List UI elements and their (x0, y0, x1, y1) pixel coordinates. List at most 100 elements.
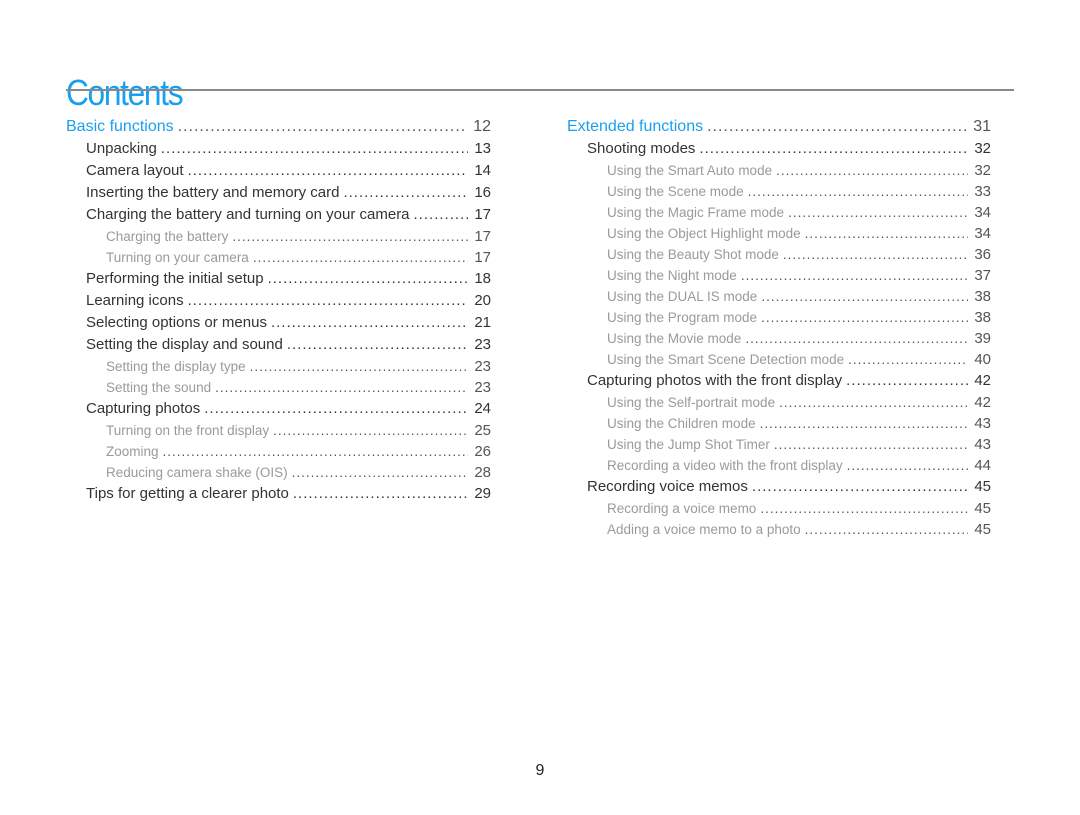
toc-entry-label: Using the Smart Scene Detection mode (607, 352, 845, 367)
toc-leader-dots (204, 398, 468, 420)
toc-entry-page: 39 (974, 330, 991, 347)
toc-entry[interactable]: Using the Smart Auto mode 32 (567, 160, 991, 181)
toc-entry[interactable]: Zooming 26 (66, 441, 491, 462)
toc-entry[interactable]: Reducing camera shake (OIS) 28 (66, 462, 491, 483)
toc-leader-dots (292, 462, 469, 483)
toc-entry-page: 33 (974, 183, 991, 200)
toc-entry-label: Using the Children mode (607, 416, 756, 431)
toc-entry-page: 17 (474, 206, 491, 223)
toc-entry[interactable]: Recording a voice memo 45 (567, 498, 991, 519)
toc-entry-page: 24 (474, 400, 491, 417)
toc-entry[interactable]: Shooting modes 32 (567, 138, 991, 160)
toc-leader-dots (271, 312, 468, 334)
toc-section-heading[interactable]: Extended functions 31 (567, 116, 991, 138)
toc-entry[interactable]: Using the Night mode 37 (567, 265, 991, 286)
toc-entry-label: Unpacking (86, 140, 157, 157)
toc-entry-page: 29 (474, 485, 491, 502)
toc-entry-page: 34 (974, 204, 991, 221)
toc-entry[interactable]: Using the Self-portrait mode 42 (567, 392, 991, 413)
toc-entry[interactable]: Using the DUAL IS mode 38 (567, 286, 991, 307)
toc-entry-label: Recording voice memos (587, 478, 748, 495)
toc-entry-page: 34 (974, 225, 991, 242)
toc-entry[interactable]: Setting the display type 23 (66, 356, 491, 377)
toc-entry-page: 38 (974, 309, 991, 326)
toc-entry[interactable]: Using the Scene mode 33 (567, 181, 991, 202)
toc-entry-label: Recording a voice memo (607, 501, 757, 516)
toc-entry-page: 42 (974, 372, 991, 389)
toc-entry-page: 42 (974, 394, 991, 411)
toc-entry-page: 18 (474, 270, 491, 287)
toc-entry[interactable]: Adding a voice memo to a photo 45 (567, 519, 991, 540)
toc-entry-page: 17 (474, 228, 491, 245)
toc-entry[interactable]: Recording voice memos 45 (567, 476, 991, 498)
toc-entry[interactable]: Turning on your camera 17 (66, 247, 491, 268)
toc-entry-label: Using the Movie mode (607, 331, 742, 346)
toc-leader-dots (774, 434, 968, 455)
toc-entry-label: Using the Self-portrait mode (607, 395, 776, 410)
toc-entry-page: 40 (974, 351, 991, 368)
toc-leader-dots (847, 455, 969, 476)
toc-leader-dots (805, 519, 969, 540)
toc-leader-dots (776, 160, 968, 181)
toc-entry[interactable]: Setting the sound 23 (66, 377, 491, 398)
toc-leader-dots (343, 182, 468, 204)
toc-entry[interactable]: Using the Program mode 38 (567, 307, 991, 328)
toc-entry-label: Charging the battery (106, 229, 229, 244)
toc-entry-page: 45 (974, 478, 991, 495)
toc-entry[interactable]: Turning on the front display 25 (66, 420, 491, 441)
toc-entry[interactable]: Using the Magic Frame mode 34 (567, 202, 991, 223)
toc-leader-dots (788, 202, 968, 223)
toc-entry[interactable]: Camera layout 14 (66, 160, 491, 182)
page-title: Contents (66, 72, 184, 114)
toc-entry[interactable]: Charging the battery and turning on your… (66, 204, 491, 226)
toc-leader-dots (748, 181, 969, 202)
toc-entry-page: 23 (474, 336, 491, 353)
toc-entry-label: Turning on your camera (106, 250, 249, 265)
toc-entry[interactable]: Using the Movie mode 39 (567, 328, 991, 349)
toc-leader-dots (215, 377, 468, 398)
toc-entry[interactable]: Using the Smart Scene Detection mode 40 (567, 349, 991, 370)
toc-leader-dots (163, 441, 469, 462)
toc-leader-dots (760, 498, 968, 519)
toc-entry[interactable]: Performing the initial setup 18 (66, 268, 491, 290)
toc-entry-label: Setting the display and sound (86, 336, 283, 353)
toc-entry-label: Using the Object Highlight mode (607, 226, 801, 241)
toc-entry[interactable]: Recording a video with the front display… (567, 455, 991, 476)
toc-entry-page: 32 (974, 140, 991, 157)
toc-entry-page: 43 (974, 415, 991, 432)
toc-entry[interactable]: Capturing photos with the front display 4… (567, 370, 991, 392)
toc-entry[interactable]: Setting the display and sound 23 (66, 334, 491, 356)
toc-entry[interactable]: Using the Jump Shot Timer 43 (567, 434, 991, 455)
toc-entry-page: 26 (474, 443, 491, 460)
toc-entry-label: Reducing camera shake (OIS) (106, 465, 288, 480)
toc-leader-dots (707, 116, 967, 138)
toc-entry-label: Using the Jump Shot Timer (607, 437, 770, 452)
toc-entry[interactable]: Capturing photos 24 (66, 398, 491, 420)
toc-entry[interactable]: Charging the battery 17 (66, 226, 491, 247)
toc-entry[interactable]: Tips for getting a clearer photo 29 (66, 483, 491, 505)
toc-section-heading[interactable]: Basic functions 12 (66, 116, 491, 138)
toc-entry[interactable]: Selecting options or menus 21 (66, 312, 491, 334)
toc-entry-label: Recording a video with the front display (607, 458, 843, 473)
toc-entry-page: 13 (474, 140, 491, 157)
toc-entry-label: Using the Night mode (607, 268, 737, 283)
toc-entry[interactable]: Learning icons 20 (66, 290, 491, 312)
toc-entry-label: Performing the initial setup (86, 270, 264, 287)
toc-entry[interactable]: Inserting the battery and memory card 16 (66, 182, 491, 204)
toc-entry-label: Adding a voice memo to a photo (607, 522, 801, 537)
toc-leader-dots (268, 268, 469, 290)
toc-entry[interactable]: Using the Object Highlight mode 34 (567, 223, 991, 244)
toc-entry[interactable]: Using the Children mode 43 (567, 413, 991, 434)
toc-leader-dots (287, 334, 469, 356)
toc-entry-page: 37 (974, 267, 991, 284)
toc-entry[interactable]: Using the Beauty Shot mode 36 (567, 244, 991, 265)
toc-entry-label: Selecting options or menus (86, 314, 267, 331)
toc-leader-dots (848, 349, 968, 370)
toc-entry[interactable]: Unpacking 13 (66, 138, 491, 160)
toc-leader-dots (293, 483, 468, 505)
toc-entry-label: Using the Program mode (607, 310, 758, 325)
toc-leader-dots (761, 307, 968, 328)
toc-entry-page: 16 (474, 184, 491, 201)
toc-entry-label: Camera layout (86, 162, 184, 179)
toc-leader-dots (161, 138, 468, 160)
